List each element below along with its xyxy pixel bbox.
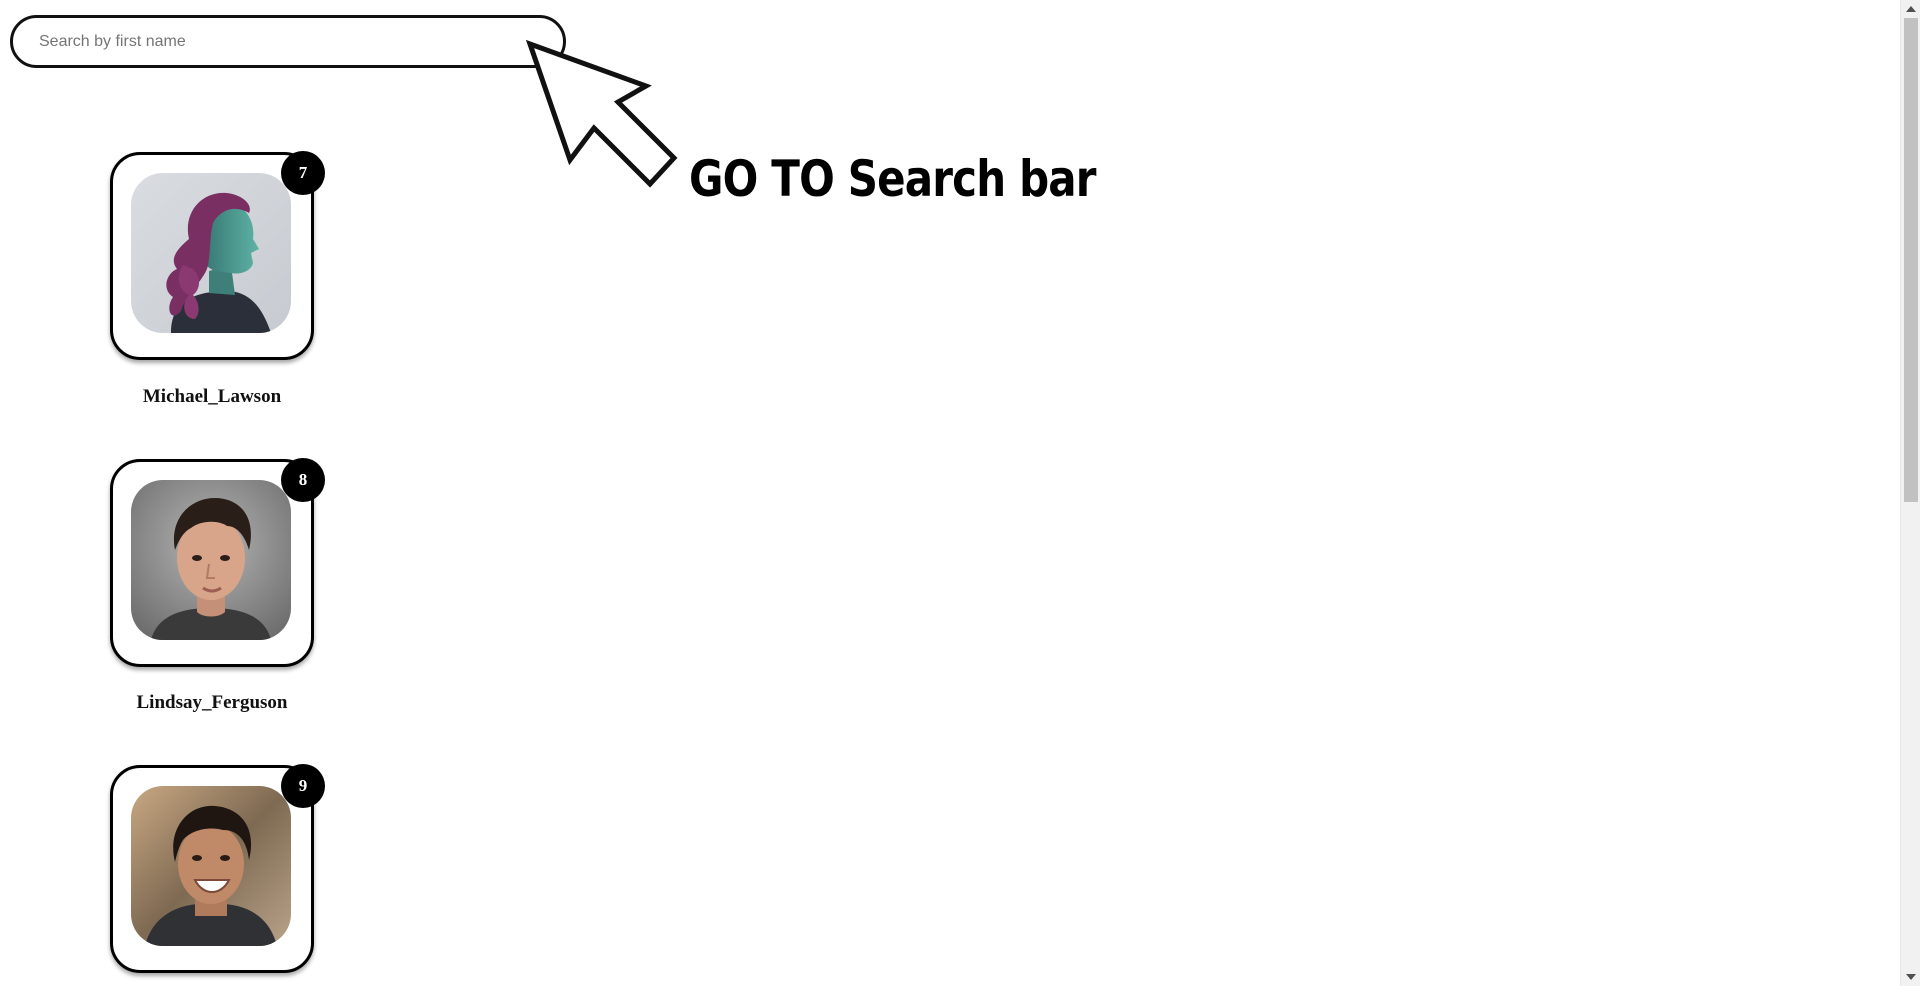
search-bar[interactable] — [10, 15, 566, 68]
count-badge: 9 — [281, 764, 325, 808]
count-badge: 7 — [281, 151, 325, 195]
annotation-text: GO TO Search bar — [689, 150, 1097, 208]
count-badge: 8 — [281, 458, 325, 502]
pointer-arrow-icon — [526, 40, 678, 188]
search-input[interactable] — [13, 18, 563, 65]
scroll-down-arrow-icon[interactable] — [1906, 974, 1916, 980]
scrollbar-thumb[interactable] — [1904, 18, 1918, 502]
profile-card[interactable]: 7 — [110, 151, 325, 360]
profile-card[interactable]: 8 — [110, 458, 325, 667]
avatar-young-man-icon — [131, 480, 291, 640]
person-name: Michael_Lawson — [142, 386, 282, 407]
avatar-woman-profile-icon — [131, 173, 291, 333]
avatar-smiling-man-icon — [131, 786, 291, 946]
vertical-scrollbar[interactable] — [1900, 0, 1920, 986]
person-name: Lindsay_Ferguson — [136, 692, 288, 713]
profile-card[interactable]: 9 — [110, 764, 325, 973]
scroll-up-arrow-icon[interactable] — [1906, 6, 1916, 12]
